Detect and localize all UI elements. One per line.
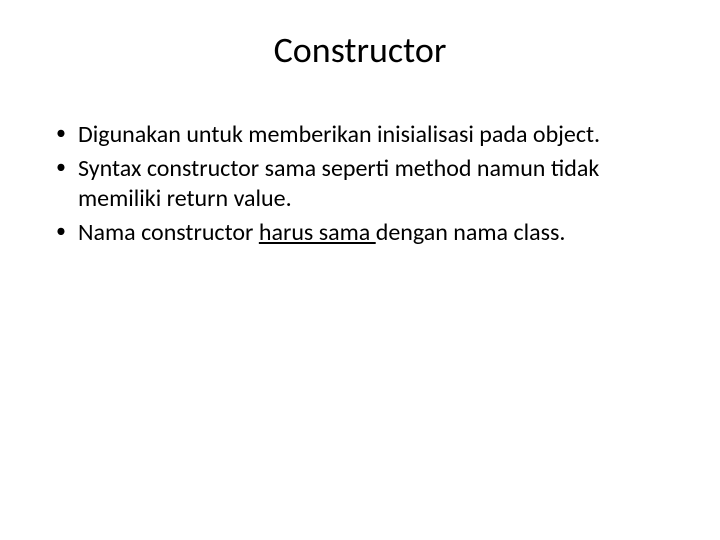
list-item: Syntax constructor sama seperti method n… [50,154,670,214]
bullet-text: Nama constructor [78,218,259,247]
bullet-underline: harus sama [259,218,376,247]
bullet-text: Syntax constructor sama seperti method n… [78,154,599,213]
bullet-list: Digunakan untuk memberikan inisialisasi … [50,120,670,248]
bullet-text: Digunakan untuk memberikan inisialisasi … [78,120,600,149]
slide-title: Constructor [50,28,670,72]
slide: Constructor Digunakan untuk memberikan i… [0,0,720,540]
list-item: Digunakan untuk memberikan inisialisasi … [50,120,670,150]
list-item: Nama constructor harus sama dengan nama … [50,218,670,248]
bullet-text-post: dengan nama class. [376,218,566,247]
